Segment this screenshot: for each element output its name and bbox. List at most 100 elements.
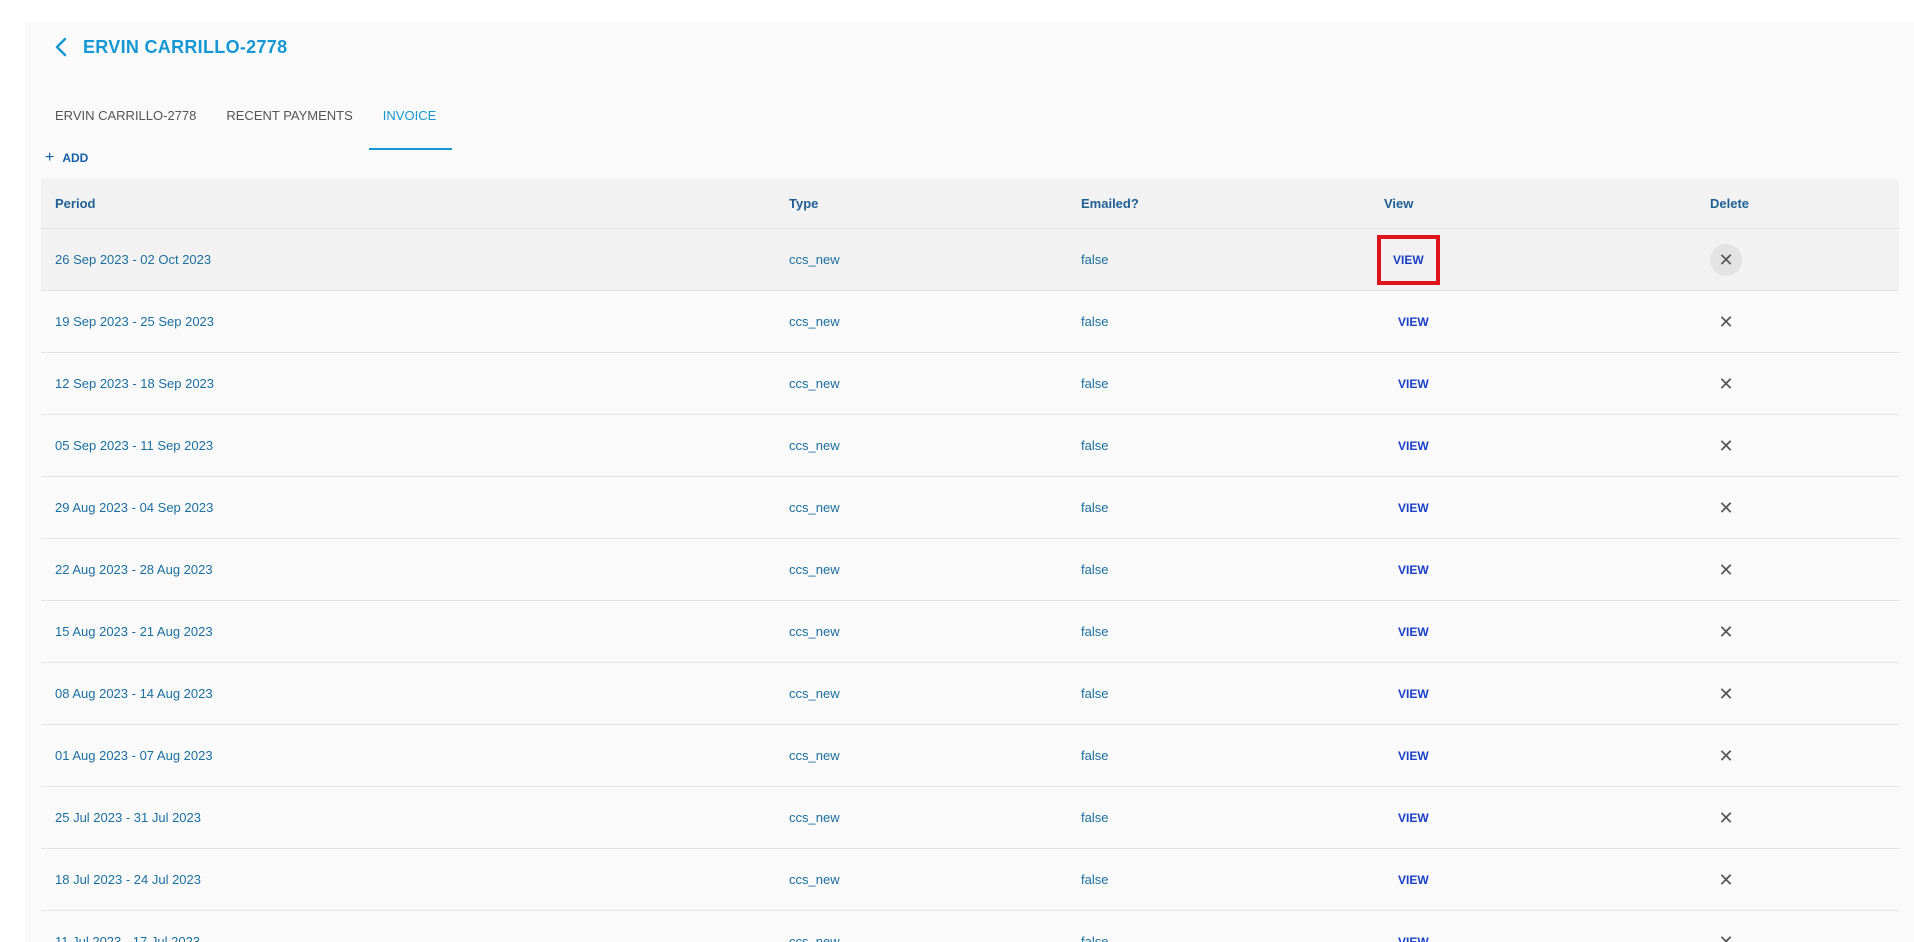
view-cell: VIEW <box>1384 495 1710 521</box>
page-title: ERVIN CARRILLO-2778 <box>83 36 288 57</box>
invoice-table: Period Type Emailed? View Delete 26 Sep … <box>41 178 1899 942</box>
table-row[interactable]: 25 Jul 2023 - 31 Jul 2023 ccs_new false VIE… <box>41 787 1899 849</box>
delete-cell: ✕ <box>1710 554 1899 586</box>
table-body: 26 Sep 2023 - 02 Oct 2023 ccs_new false VIE… <box>41 229 1899 942</box>
emailed-cell: false <box>1081 376 1109 391</box>
column-header-view: View <box>1384 195 1414 211</box>
delete-cell: ✕ <box>1710 368 1899 400</box>
delete-cell: ✕ <box>1710 802 1899 834</box>
close-icon: ✕ <box>1718 745 1734 766</box>
close-icon: ✕ <box>1718 559 1734 580</box>
table-row[interactable]: 01 Aug 2023 - 07 Aug 2023 ccs_new false VIE… <box>41 725 1899 787</box>
delete-cell: ✕ <box>1710 243 1899 276</box>
period-cell: 29 Aug 2023 - 04 Sep 2023 <box>55 500 214 515</box>
view-cell: VIEW <box>1384 371 1710 397</box>
emailed-cell: false <box>1081 438 1109 453</box>
column-header-delete: Delete <box>1710 195 1750 211</box>
close-icon: ✕ <box>1718 249 1734 270</box>
back-button[interactable] <box>49 35 73 59</box>
tab-bar: ERVIN CARRILLO-2778 RECENT PAYMENTS INVO… <box>25 90 453 150</box>
view-button[interactable]: VIEW <box>1388 309 1439 335</box>
view-cell: VIEW <box>1377 234 1710 285</box>
tab-profile[interactable]: ERVIN CARRILLO-2778 <box>25 90 212 150</box>
type-cell: ccs_new <box>789 748 840 763</box>
table-row[interactable]: 19 Sep 2023 - 25 Sep 2023 ccs_new false VIE… <box>41 291 1899 353</box>
emailed-cell: false <box>1081 314 1109 329</box>
table-header: Period Type Emailed? View Delete <box>41 178 1899 229</box>
delete-cell: ✕ <box>1710 740 1899 772</box>
delete-button[interactable]: ✕ <box>1710 492 1742 524</box>
table-row[interactable]: 11 Jul 2023 - 17 Jul 2023 ccs_new false VIE… <box>41 911 1899 942</box>
view-button[interactable]: VIEW <box>1388 743 1439 769</box>
delete-button[interactable]: ✕ <box>1710 678 1742 710</box>
emailed-cell: false <box>1081 562 1109 577</box>
view-button[interactable]: VIEW <box>1388 433 1439 459</box>
delete-button[interactable]: ✕ <box>1710 368 1742 400</box>
type-cell: ccs_new <box>789 252 840 267</box>
view-button[interactable]: VIEW <box>1388 681 1439 707</box>
table-row[interactable]: 18 Jul 2023 - 24 Jul 2023 ccs_new false VIE… <box>41 849 1899 911</box>
delete-cell: ✕ <box>1710 864 1899 896</box>
period-cell: 01 Aug 2023 - 07 Aug 2023 <box>55 748 213 763</box>
add-invoice-button[interactable]: + ADD <box>45 148 88 168</box>
table-row[interactable]: 05 Sep 2023 - 11 Sep 2023 ccs_new false VIE… <box>41 415 1899 477</box>
view-button[interactable]: VIEW <box>1388 619 1439 645</box>
tab-recent-payments[interactable]: RECENT PAYMENTS <box>212 90 368 150</box>
period-cell: 22 Aug 2023 - 28 Aug 2023 <box>55 562 213 577</box>
delete-button[interactable]: ✕ <box>1710 430 1742 462</box>
view-cell: VIEW <box>1384 929 1710 942</box>
delete-cell: ✕ <box>1710 926 1899 942</box>
table-row[interactable]: 08 Aug 2023 - 14 Aug 2023 ccs_new false VIE… <box>41 663 1899 725</box>
delete-cell: ✕ <box>1710 492 1899 524</box>
delete-button[interactable]: ✕ <box>1710 616 1742 648</box>
table-row[interactable]: 29 Aug 2023 - 04 Sep 2023 ccs_new false VIE… <box>41 477 1899 539</box>
delete-button[interactable]: ✕ <box>1710 554 1742 586</box>
period-cell: 25 Jul 2023 - 31 Jul 2023 <box>55 810 201 825</box>
view-cell: VIEW <box>1384 309 1710 335</box>
close-icon: ✕ <box>1718 311 1734 332</box>
type-cell: ccs_new <box>789 562 840 577</box>
view-button[interactable]: VIEW <box>1388 867 1439 893</box>
table-row[interactable]: 15 Aug 2023 - 21 Aug 2023 ccs_new false VIE… <box>41 601 1899 663</box>
table-row[interactable]: 22 Aug 2023 - 28 Aug 2023 ccs_new false VIE… <box>41 539 1899 601</box>
delete-button[interactable]: ✕ <box>1710 864 1742 896</box>
chevron-left-icon <box>55 37 67 57</box>
close-icon: ✕ <box>1718 869 1734 890</box>
table-row[interactable]: 26 Sep 2023 - 02 Oct 2023 ccs_new false VIE… <box>41 229 1899 291</box>
close-icon: ✕ <box>1718 683 1734 704</box>
view-cell: VIEW <box>1384 681 1710 707</box>
emailed-cell: false <box>1081 934 1109 942</box>
table-row[interactable]: 12 Sep 2023 - 18 Sep 2023 ccs_new false VIE… <box>41 353 1899 415</box>
emailed-cell: false <box>1081 748 1109 763</box>
plus-icon: + <box>45 149 55 166</box>
type-cell: ccs_new <box>789 934 840 942</box>
period-cell: 18 Jul 2023 - 24 Jul 2023 <box>55 872 201 887</box>
type-cell: ccs_new <box>789 314 840 329</box>
close-icon: ✕ <box>1718 621 1734 642</box>
period-cell: 19 Sep 2023 - 25 Sep 2023 <box>55 314 215 329</box>
page-header: ERVIN CARRILLO-2778 <box>49 30 287 64</box>
view-button[interactable]: VIEW <box>1388 371 1439 397</box>
delete-button[interactable]: ✕ <box>1710 243 1742 276</box>
type-cell: ccs_new <box>789 500 840 515</box>
view-cell: VIEW <box>1384 805 1710 831</box>
view-button[interactable]: VIEW <box>1388 929 1439 942</box>
delete-cell: ✕ <box>1710 678 1899 710</box>
emailed-cell: false <box>1081 872 1109 887</box>
period-cell: 15 Aug 2023 - 21 Aug 2023 <box>55 624 213 639</box>
period-cell: 11 Jul 2023 - 17 Jul 2023 <box>55 934 201 942</box>
delete-button[interactable]: ✕ <box>1710 306 1742 338</box>
delete-button[interactable]: ✕ <box>1710 740 1742 772</box>
type-cell: ccs_new <box>789 872 840 887</box>
emailed-cell: false <box>1081 624 1109 639</box>
delete-button[interactable]: ✕ <box>1710 802 1742 834</box>
period-cell: 12 Sep 2023 - 18 Sep 2023 <box>55 376 215 391</box>
view-button[interactable]: VIEW <box>1388 495 1439 521</box>
close-icon: ✕ <box>1718 373 1734 394</box>
type-cell: ccs_new <box>789 686 840 701</box>
tab-invoice[interactable]: INVOICE <box>368 90 453 150</box>
view-button[interactable]: VIEW <box>1388 805 1439 831</box>
view-button[interactable]: VIEW <box>1388 557 1439 583</box>
delete-button[interactable]: ✕ <box>1710 926 1742 942</box>
view-button[interactable]: VIEW <box>1377 234 1440 285</box>
